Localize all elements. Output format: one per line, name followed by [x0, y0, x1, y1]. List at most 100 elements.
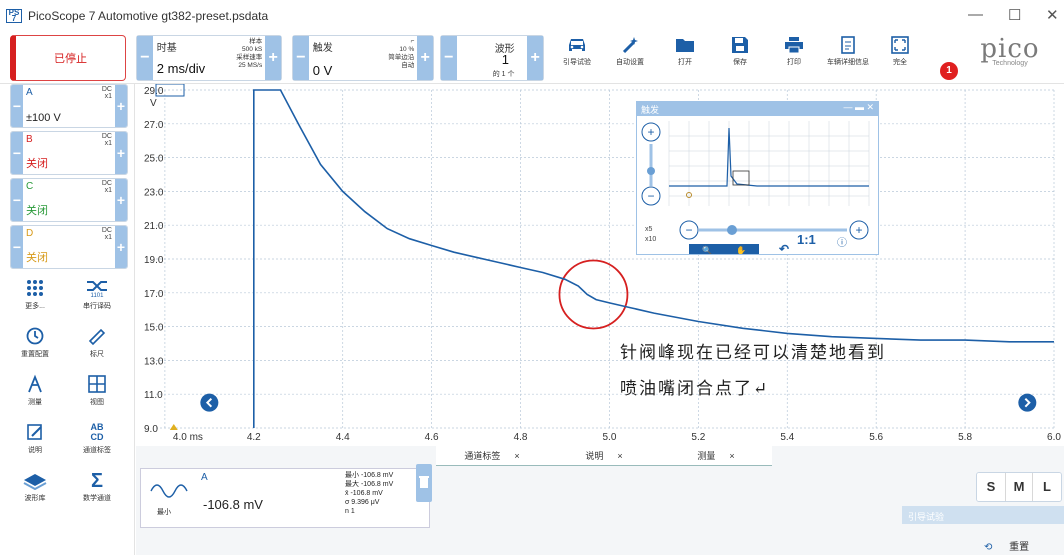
y-tick-label: 21.0	[144, 221, 164, 232]
guided-test-panel[interactable]: 引导试验	[902, 506, 1064, 524]
trigger-percent: 10 %	[399, 46, 415, 53]
view-button[interactable]: 视图	[70, 374, 124, 407]
channel-a-minus-button[interactable]: −	[11, 85, 23, 127]
channel-c-range[interactable]: 关闭	[26, 202, 48, 218]
fullscreen-label: 完全	[893, 59, 907, 66]
bottom-tabs: 通道标签 × 说明 × 测量 ×	[436, 446, 772, 466]
channel-c-plus-button[interactable]: +	[115, 179, 127, 221]
channel-b-coupling[interactable]: DC	[102, 133, 112, 140]
channel-b-name: B	[26, 134, 33, 145]
channel-d-plus-button[interactable]: +	[115, 226, 127, 268]
trigger-minus-button[interactable]: −	[293, 36, 309, 80]
reset-button[interactable]: ⟲ 重置	[984, 538, 1029, 553]
trigger-marker-icon[interactable]	[169, 424, 178, 430]
close-icon[interactable]: ×	[729, 451, 734, 461]
overlay-info-icon[interactable]: ⓘ	[837, 234, 847, 249]
maximize-button[interactable]: ☐	[1008, 6, 1021, 24]
trigger-plus-button[interactable]: +	[417, 36, 434, 80]
channel-c-coupling[interactable]: DC	[102, 180, 112, 187]
svg-text:+: +	[647, 125, 654, 139]
delete-measurement-button[interactable]	[416, 464, 432, 502]
overlay-time-slider-handle[interactable]	[727, 225, 737, 235]
reset-label: 重置	[1009, 542, 1030, 553]
reset-config-button[interactable]: 重置配置	[8, 326, 62, 359]
channel-a-range[interactable]: ±100 V	[26, 112, 61, 124]
rate-label: 采样速率	[236, 54, 263, 61]
left-sidebar: − A DC x1 ±100 V + − B DC x1 关闭 + − C DC x1…	[0, 84, 135, 555]
timebase-value[interactable]: 2 ms/div	[157, 61, 205, 76]
waveform-plus-button[interactable]: +	[527, 36, 543, 80]
scope-chart[interactable]: 29.0 27.0 25.0 23.0 21.0 19.0 17.0 15.0 13.0 11.0…	[136, 83, 1064, 446]
print-button[interactable]: 打印	[774, 34, 814, 67]
measure-button[interactable]: 测量	[8, 374, 62, 407]
channel-b-plus-button[interactable]: +	[115, 132, 127, 174]
channel-b-range[interactable]: 关闭	[26, 155, 48, 171]
measurement-row[interactable]: A 最小 -106.8 mV 最小 -106.8 mV 最大 -106.8 mV…	[140, 468, 430, 528]
channel-a-probe[interactable]: x1	[102, 93, 112, 100]
channel-b-minus-button[interactable]: −	[11, 132, 23, 174]
trigger-level[interactable]: 0 V	[313, 63, 333, 78]
math-channels-button[interactable]: Σ 数学通道	[70, 470, 124, 503]
measurement-stats: 最小 -106.8 mV 最大 -106.8 mV x̄ -106.8 mV σ…	[345, 472, 394, 515]
channel-b-probe[interactable]: x1	[102, 140, 112, 147]
notification-badge[interactable]: 1	[940, 62, 958, 80]
auto-setup-label: 自动设置	[616, 59, 644, 66]
notes-button[interactable]: 说明	[8, 422, 62, 455]
timebase-plus-button[interactable]: +	[265, 36, 281, 80]
measurement-value: -106.8 mV	[203, 497, 263, 512]
size-toggle: S M L	[976, 472, 1062, 502]
trigger-label: 触发	[312, 43, 333, 54]
highlight-circle	[558, 259, 629, 330]
channel-a-plus-button[interactable]: +	[115, 85, 127, 127]
channel-d-probe[interactable]: x1	[102, 234, 112, 241]
reset-config-label: 重置配置	[21, 351, 49, 358]
channel-labels-button[interactable]: AB CD 通道标签	[70, 420, 124, 455]
run-stop-button[interactable]: 已停止	[10, 35, 126, 81]
scope-plot-svg[interactable]: 29.0 27.0 25.0 23.0 21.0 19.0 17.0 15.0 13.0 11.0…	[136, 83, 1064, 446]
save-button[interactable]: 保存	[720, 34, 760, 67]
channel-d-coupling[interactable]: DC	[102, 227, 112, 234]
y-tick-label: 27.0	[144, 120, 164, 131]
fullscreen-button[interactable]: 完全	[880, 34, 920, 67]
waveform-index[interactable]: 1	[502, 52, 509, 67]
timebase-minus-button[interactable]: −	[137, 36, 153, 80]
overlay-zoom-x10[interactable]: x10	[645, 236, 656, 243]
waveform-library-button[interactable]: 波形库	[8, 470, 62, 503]
tab-measurements[interactable]: 测量 ×	[660, 446, 772, 466]
channel-c-probe[interactable]: x1	[102, 187, 112, 194]
overlay-ratio[interactable]: 1:1	[797, 232, 816, 247]
waveform-minus-button[interactable]: −	[441, 36, 457, 80]
x-tick-label: 5.4	[780, 432, 794, 443]
size-l-button[interactable]: L	[1033, 473, 1061, 501]
channel-a-name: A	[26, 87, 33, 98]
open-button[interactable]: 打开	[665, 34, 705, 67]
serial-decode-button[interactable]: 1101 串行译码	[70, 278, 124, 311]
scroll-right-button[interactable]	[1018, 393, 1037, 412]
size-s-button[interactable]: S	[977, 473, 1005, 501]
channel-d-minus-button[interactable]: −	[11, 226, 23, 268]
scroll-left-button[interactable]	[200, 393, 219, 412]
more-button[interactable]: 更多...	[8, 278, 62, 311]
channel-c-minus-button[interactable]: −	[11, 179, 23, 221]
close-button[interactable]: ✕	[1046, 6, 1059, 24]
vehicle-details-button[interactable]: 车辆详细信息	[824, 34, 872, 67]
size-m-button[interactable]: M	[1005, 473, 1033, 501]
close-icon[interactable]: ×	[617, 451, 622, 461]
close-icon[interactable]: ×	[514, 451, 519, 461]
channel-a-coupling[interactable]: DC	[102, 86, 112, 93]
auto-setup-button[interactable]: 自动设置	[610, 34, 650, 67]
trigger-mode: 简单边沿	[388, 54, 415, 61]
overlay-zoom-x5[interactable]: x5	[645, 226, 652, 233]
tab-channel-labels[interactable]: 通道标签 ×	[436, 446, 548, 466]
overlay-vertical-slider-handle[interactable]	[647, 167, 655, 175]
overlay-window-controls[interactable]: — ▬ ✕	[843, 102, 874, 113]
waveform-count: 的 1 个	[492, 71, 515, 78]
x-tick-label: 5.0	[602, 432, 616, 443]
y-tick-label: 9.0	[144, 424, 158, 435]
guided-test-button[interactable]: 引导试验	[557, 34, 597, 67]
ruler-button[interactable]: 标尺	[70, 326, 124, 359]
tab-notes[interactable]: 说明 ×	[548, 446, 660, 466]
svg-text:1101: 1101	[91, 293, 105, 298]
minimize-button[interactable]: —	[968, 6, 983, 23]
channel-d-range[interactable]: 关闭	[26, 249, 48, 265]
